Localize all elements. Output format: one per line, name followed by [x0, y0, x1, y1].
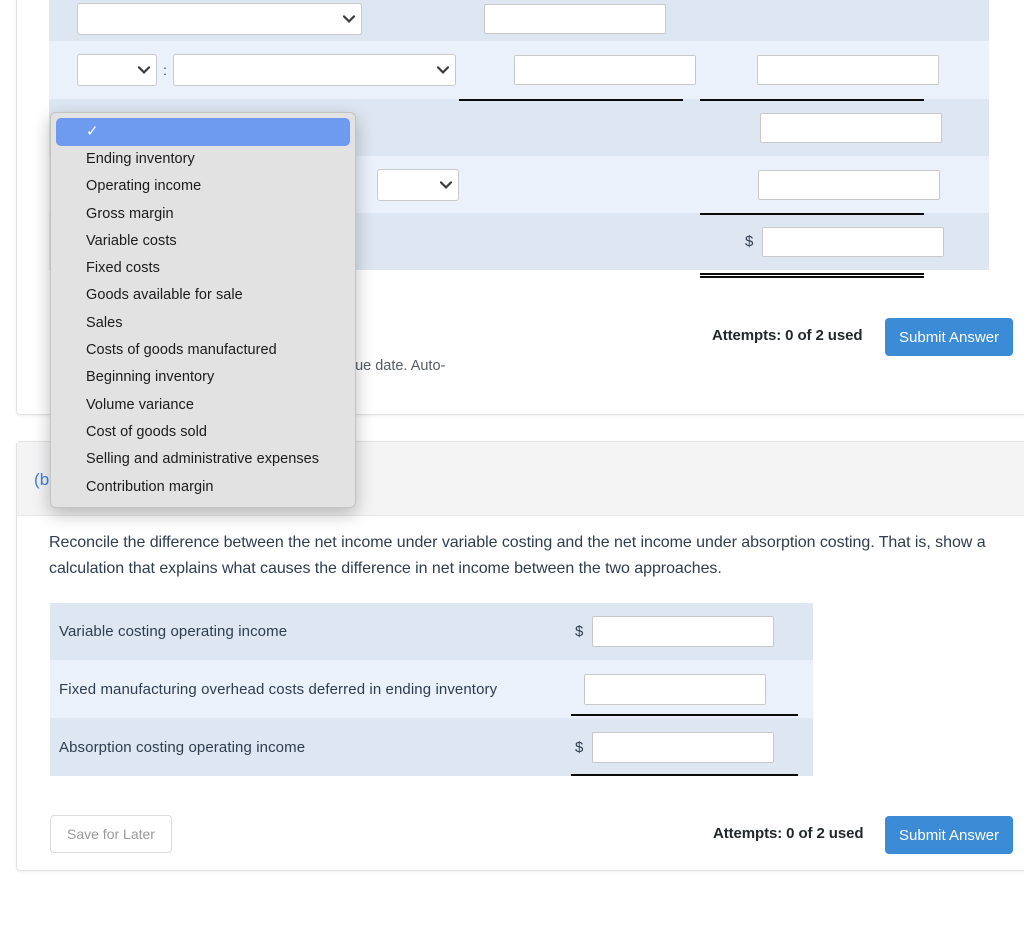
- total-rule-double: [700, 273, 924, 278]
- table-row: Ending inventoryOperating incomeGross ma…: [49, 41, 989, 99]
- subtotal-rule-left: [459, 99, 683, 101]
- absorption-costing-income-input[interactable]: [592, 731, 775, 763]
- dropdown-option[interactable]: Costs of goods manufactured: [51, 337, 355, 364]
- currency-symbol: $: [575, 738, 584, 756]
- dropdown-option[interactable]: Beginning inventory: [51, 364, 355, 391]
- amount-input-4[interactable]: [760, 112, 942, 143]
- question-prompt: Reconcile the difference between the net…: [49, 534, 986, 577]
- line-item-select-3[interactable]: Ending inventoryOperating incomeGross ma…: [172, 54, 456, 86]
- part-b-label: (b: [34, 470, 50, 489]
- table-row: Fixed manufacturing overhead costs defer…: [50, 660, 813, 718]
- check-icon: ✓: [86, 123, 99, 140]
- reconcile-total-rule: [571, 774, 798, 776]
- dropdown-option[interactable]: Cost of goods sold: [51, 419, 355, 446]
- amount-input-5[interactable]: [758, 169, 940, 200]
- line-item-dropdown-popup[interactable]: ✓ Ending inventory Operating income Gros…: [50, 112, 356, 508]
- table-row: Ending inventoryOperating incomeGross ma…: [49, 0, 989, 41]
- dropdown-option-selected[interactable]: ✓: [56, 118, 350, 146]
- due-date-note: due date. Auto-: [347, 358, 446, 374]
- line-item-select-4-wrap[interactable]: Ending inventoryOperating incomeGross ma…: [377, 168, 459, 201]
- dropdown-option[interactable]: Selling and administrative expenses: [51, 446, 355, 473]
- fixed-moh-deferred-input[interactable]: [584, 673, 766, 705]
- line-item-select-4[interactable]: Ending inventoryOperating incomeGross ma…: [377, 168, 459, 201]
- table-row: Variable costing operating income $: [50, 603, 813, 660]
- dropdown-option[interactable]: Goods available for sale: [51, 282, 355, 309]
- table-row: Absorption costing operating income $: [50, 718, 813, 776]
- subtotal-rule-right-2: [700, 213, 924, 215]
- attempts-label-bottom: Attempts: 0 of 2 used: [713, 825, 864, 842]
- subtotal-rule-right: [700, 99, 924, 101]
- row-separator-colon: :: [163, 62, 167, 78]
- amount-input-3[interactable]: [756, 55, 939, 85]
- dropdown-option[interactable]: Variable costs: [51, 228, 355, 255]
- dropdown-option[interactable]: Sales: [51, 310, 355, 337]
- dropdown-option[interactable]: Ending inventory: [51, 146, 355, 173]
- reconciliation-table: Variable costing operating income $ Fixe…: [50, 603, 813, 776]
- line-item-select-1-wrap[interactable]: Ending inventoryOperating incomeGross ma…: [77, 2, 362, 35]
- dropdown-option[interactable]: Operating income: [51, 173, 355, 200]
- save-for-later-button[interactable]: Save for Later: [50, 815, 172, 853]
- reconcile-subtotal-rule: [571, 714, 798, 716]
- line-item-select-1[interactable]: Ending inventoryOperating incomeGross ma…: [77, 2, 362, 35]
- currency-symbol: $: [745, 233, 754, 250]
- row-label: Fixed manufacturing overhead costs defer…: [59, 680, 498, 698]
- row-label: Variable costing operating income: [59, 623, 288, 640]
- dropdown-option[interactable]: Contribution margin: [51, 474, 355, 501]
- variable-costing-income-input[interactable]: [592, 616, 775, 647]
- exercise-page: Ending inventoryOperating incomeGross ma…: [0, 0, 1024, 939]
- currency-symbol: $: [575, 623, 584, 640]
- amount-input-1[interactable]: [484, 3, 666, 34]
- amount-input-2[interactable]: [513, 55, 696, 85]
- attempts-label-top: Attempts: 0 of 2 used: [712, 327, 863, 344]
- dropdown-option[interactable]: Fixed costs: [51, 255, 355, 282]
- dropdown-option[interactable]: Gross margin: [51, 201, 355, 228]
- amount-input-total[interactable]: [762, 226, 945, 257]
- line-item-select-2-wrap[interactable]: Ending inventoryOperating incomeGross ma…: [77, 54, 157, 86]
- line-item-select-3-wrap[interactable]: Ending inventoryOperating incomeGross ma…: [172, 54, 456, 86]
- dropdown-option[interactable]: Volume variance: [51, 392, 355, 419]
- submit-answer-button-bottom[interactable]: Submit Answer: [885, 816, 1014, 854]
- submit-answer-button-top[interactable]: Submit Answer: [885, 318, 1014, 356]
- line-item-select-2[interactable]: Ending inventoryOperating incomeGross ma…: [77, 54, 157, 86]
- row-label: Absorption costing operating income: [59, 738, 306, 756]
